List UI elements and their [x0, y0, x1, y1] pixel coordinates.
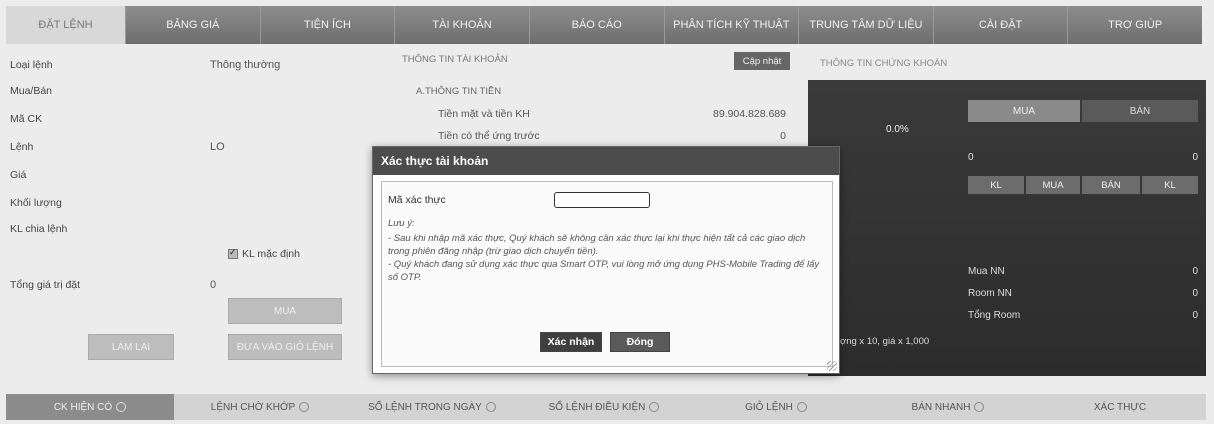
- resize-grip-icon[interactable]: [827, 361, 837, 371]
- stock-ban-button[interactable]: BÁN: [1082, 100, 1198, 122]
- tab-so-lenh-trong-ngay-label: SỔ LỆNH TRONG NGÀY: [368, 401, 482, 413]
- tab-ban-nhanh-label: BÁN NHANH: [911, 401, 971, 413]
- cash-value: 89.904.828.689: [713, 108, 786, 120]
- tab-phan-tich-ky-thuat[interactable]: PHÂN TÍCH KỸ THUẬT: [665, 6, 800, 44]
- tab-gio-lenh-label: GIỎ LỆNH: [745, 401, 793, 413]
- row-mua-ban: Mua/Bán: [10, 82, 210, 100]
- lenh-label: Lệnh: [10, 141, 34, 153]
- change-percent: 0.0%: [886, 124, 909, 135]
- row-ma-ck: Mã CK: [10, 110, 210, 128]
- update-button[interactable]: Cập nhật: [734, 52, 790, 70]
- kl-mac-dinh-checkbox[interactable]: [228, 247, 238, 259]
- tong-room-value: 0: [1192, 310, 1198, 321]
- tab-bang-gia[interactable]: BẢNG GIÁ: [126, 6, 261, 44]
- mua-ban-label: Mua/Bán: [10, 85, 53, 97]
- row-khoi-luong: Khối lượng: [10, 194, 210, 212]
- room-nn-value: 0: [1192, 288, 1198, 299]
- tab-cai-dat[interactable]: CÀI ĐẶT: [934, 6, 1069, 44]
- tab-tai-khoan[interactable]: TÀI KHOẢN: [395, 6, 530, 44]
- note-title: Lưu ý:: [388, 218, 415, 229]
- loai-lenh-select[interactable]: Thông thường: [210, 59, 280, 71]
- row-gia: Giá: [10, 166, 210, 184]
- khoi-luong-label: Khối lượng: [10, 197, 62, 209]
- stock-info-panel: 0.0% MUA BÁN 0 0 KL MUA BÁN KL Mua NN 0 …: [808, 80, 1206, 376]
- col-mua: MUA: [1026, 176, 1080, 194]
- tab-lenh-cho-khop-label: LỆNH CHỜ KHỚP: [210, 401, 296, 413]
- col-ban: BÁN: [1082, 176, 1140, 194]
- room-nn-label: Room NN: [968, 288, 1012, 299]
- auth-dialog: Xác thực tài khoản Mã xác thực Lưu ý: - …: [372, 146, 840, 374]
- tab-tien-ich[interactable]: TIỆN ÍCH: [261, 6, 396, 44]
- tab-trung-tam-du-lieu[interactable]: TRUNG TÂM DỮ LIỆU: [799, 6, 934, 44]
- row-lenh: Lệnh LO: [10, 138, 225, 156]
- loai-lenh-label: Loại lệnh: [10, 59, 53, 71]
- tab-ck-hien-co-label: CK HIỆN CÓ: [53, 401, 113, 413]
- tab-so-lenh-trong-ngay[interactable]: SỔ LỆNH TRONG NGÀY: [346, 394, 518, 420]
- gia-label: Giá: [10, 169, 27, 181]
- tab-lenh-cho-khop[interactable]: LỆNH CHỜ KHỚP: [174, 394, 346, 420]
- advance-value: 0: [780, 130, 786, 142]
- bottom-navigation: CK HIỆN CÓ LỆNH CHỜ KHỚP SỔ LỆNH TRONG N…: [6, 394, 1206, 420]
- unit-note: ợng x 10, giá x 1,000: [840, 336, 930, 347]
- note-line-1: - Sau khi nhập mã xác thực, Quý khách sẽ…: [388, 233, 806, 257]
- dua-vao-gio-lenh-button[interactable]: ĐƯA VÀO GIỎ LỆNH: [228, 334, 342, 360]
- refresh-icon[interactable]: [796, 402, 807, 412]
- tab-dat-lenh[interactable]: ĐẶT LỆNH: [6, 6, 126, 44]
- advance-label: Tiền có thể ứng trước: [438, 130, 540, 142]
- mua-button[interactable]: MUA: [228, 298, 342, 324]
- refresh-icon[interactable]: [116, 402, 127, 412]
- top-navigation: ĐẶT LỆNH BẢNG GIÁ TIỆN ÍCH TÀI KHOẢN BÁO…: [6, 6, 1202, 44]
- kl-mac-dinh-checkbox-row[interactable]: KL mặc định: [228, 247, 300, 260]
- col-kl-buy: KL: [968, 176, 1024, 194]
- tong-gia-tri-value: 0: [210, 279, 217, 291]
- row-kl-chia-lenh: KL chia lệnh: [10, 220, 210, 238]
- lam-lai-button[interactable]: LÀM LẠI: [88, 334, 174, 360]
- tong-room-label: Tổng Room: [968, 310, 1021, 321]
- row-loai-lenh: Loại lệnh Thông thường: [10, 56, 280, 74]
- row-tong-gia-tri: Tổng giá trị đặt 0: [10, 276, 216, 294]
- tab-tro-giup[interactable]: TRỢ GIÚP: [1068, 6, 1202, 44]
- auth-dialog-title: Xác thực tài khoản: [373, 147, 839, 175]
- bid-total: 0: [968, 152, 974, 163]
- tab-bao-cao[interactable]: BÁO CÁO: [530, 6, 665, 44]
- account-info-header: THÔNG TIN TÀI KHOẢN: [402, 54, 508, 65]
- refresh-icon[interactable]: [649, 402, 660, 412]
- tab-gio-lenh[interactable]: GIỎ LỆNH: [690, 394, 862, 420]
- col-kl-sell: KL: [1142, 176, 1198, 194]
- mua-nn-value: 0: [1192, 266, 1198, 277]
- cash-info-subheader: A.THÔNG TIN TIỀN: [416, 86, 502, 97]
- ask-total: 0: [1192, 152, 1198, 163]
- cash-label: Tiền mặt và tiền KH: [438, 108, 530, 120]
- tab-so-lenh-dieu-kien[interactable]: SỔ LỆNH ĐIỀU KIỆN: [518, 394, 690, 420]
- auth-code-label: Mã xác thực: [388, 194, 446, 206]
- auth-code-input[interactable]: [554, 192, 650, 208]
- kl-mac-dinh-label: KL mặc định: [242, 248, 300, 260]
- stock-mua-button[interactable]: MUA: [968, 100, 1080, 122]
- order-form: Loại lệnh Thông thường Mua/Bán Mã CK Lện…: [10, 52, 358, 372]
- tab-xac-thuc-label: XÁC THỰC: [1093, 401, 1147, 413]
- tong-gia-tri-label: Tổng giá trị đặt: [10, 279, 81, 291]
- refresh-icon[interactable]: [299, 402, 310, 412]
- tab-so-lenh-dieu-kien-label: SỔ LỆNH ĐIỀU KIỆN: [548, 401, 646, 413]
- confirm-button[interactable]: Xác nhận: [540, 332, 602, 352]
- stock-info-header: THÔNG TIN CHỨNG KHOÁN: [820, 58, 948, 69]
- refresh-icon[interactable]: [485, 402, 496, 412]
- note-text: - Sau khi nhập mã xác thực, Quý khách sẽ…: [388, 232, 824, 284]
- mua-nn-label: Mua NN: [968, 266, 1005, 277]
- tab-ban-nhanh[interactable]: BÁN NHANH: [862, 394, 1034, 420]
- tab-ck-hien-co[interactable]: CK HIỆN CÓ: [6, 394, 174, 420]
- close-button[interactable]: Đóng: [610, 332, 670, 352]
- account-info-panel: THÔNG TIN TÀI KHOẢN Cập nhật A.THÔNG TIN…: [398, 52, 806, 152]
- auth-dialog-body: Mã xác thực Lưu ý: - Sau khi nhập mã xác…: [381, 181, 833, 367]
- tab-xac-thuc[interactable]: XÁC THỰC: [1034, 394, 1206, 420]
- note-line-2: - Quý khách đang sử dụng xác thực qua Sm…: [388, 259, 820, 283]
- ma-ck-label: Mã CK: [10, 113, 43, 125]
- refresh-icon[interactable]: [974, 402, 985, 412]
- kl-chia-lenh-label: KL chia lệnh: [10, 223, 68, 235]
- lenh-select[interactable]: LO: [210, 141, 225, 153]
